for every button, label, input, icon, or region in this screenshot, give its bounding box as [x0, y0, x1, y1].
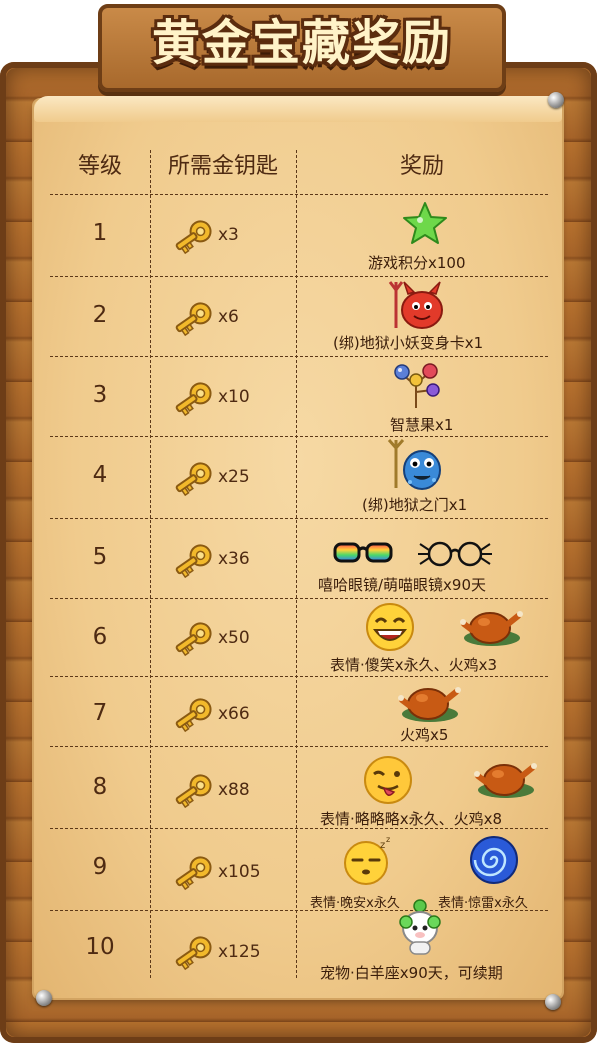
level-cell: 10 [85, 934, 115, 960]
reward-text: 智慧果x1 [390, 416, 454, 434]
golden-key-icon [172, 694, 216, 734]
golden-key-icon [172, 378, 216, 418]
sleepy-face-icon: zz [340, 835, 396, 890]
red-devil-icon [386, 278, 448, 336]
table-row: 4 x25 (绑)地狱之门x1 [50, 436, 548, 518]
roast-turkey-icon [460, 604, 524, 652]
key-count: x66 [218, 704, 250, 724]
reward-text: 火鸡x5 [400, 726, 449, 744]
table-row: 5 x36 嘻哈眼镜/萌喵眼镜x90天 [50, 518, 548, 598]
key-count: x125 [218, 942, 261, 962]
table-header: 等级 所需金钥匙 奖励 [50, 140, 548, 194]
level-cell: 2 [92, 302, 108, 328]
sheep-pet-icon [396, 898, 444, 960]
blue-vortex-icon [468, 834, 520, 890]
reward-text: 游戏积分x100 [368, 254, 466, 272]
reward-text: 宠物·白羊座x90天，可续期 [320, 964, 503, 982]
cat-glasses-icon [416, 538, 494, 572]
key-count: x105 [218, 862, 261, 882]
table-row: 9 x105 zz 表情·晚安x永久 表情·惊雷x永久 [50, 828, 548, 911]
level-cell: 8 [92, 774, 108, 800]
table-row: 2 x6 (绑)地狱小妖变身卡x1 [50, 276, 548, 356]
laughing-face-icon [362, 602, 418, 656]
level-cell: 6 [92, 624, 108, 650]
table-row: 1 x3 游戏积分x100 [50, 194, 548, 276]
table-row: 8 x88 表情·略略略x永久、火鸡x8 [50, 746, 548, 828]
key-count: x3 [218, 225, 239, 245]
header-keys: 所需金钥匙 [167, 154, 278, 179]
hiphop-glasses-icon [332, 540, 394, 570]
golden-key-icon [172, 618, 216, 658]
table-row: 6 x50 表情·傻笑x永久、火鸡x3 [50, 598, 548, 676]
parchment-curl [34, 96, 562, 122]
roast-turkey-icon [398, 680, 462, 728]
blue-monster-icon [384, 436, 446, 496]
golden-key-icon [172, 770, 216, 810]
header-reward: 奖励 [399, 154, 444, 179]
reward-text: 表情·略略略x永久、火鸡x8 [320, 810, 503, 828]
level-cell: 4 [92, 462, 108, 488]
page-title: 黄金宝藏奖励 [151, 15, 452, 71]
wisdom-fruit-icon [390, 362, 442, 414]
table-row: 3 x10 智慧果x1 [50, 356, 548, 436]
key-count: x88 [218, 780, 250, 800]
svg-text:z: z [380, 840, 385, 851]
level-cell: 3 [92, 382, 108, 408]
key-count: x25 [218, 467, 250, 487]
reward-text-left: 表情·晚安x永久 [310, 896, 400, 911]
golden-key-icon [172, 298, 216, 338]
header-level: 等级 [77, 154, 122, 179]
table-row: 7 x66 火鸡x5 [50, 676, 548, 746]
pin-icon [548, 92, 564, 108]
svg-text:z: z [386, 836, 390, 844]
reward-text: 嘻哈眼镜/萌喵眼镜x90天 [318, 576, 487, 594]
reward-text-right: 表情·惊雷x永久 [438, 896, 528, 911]
level-cell: 1 [92, 220, 108, 246]
golden-key-icon [172, 852, 216, 892]
roast-turkey-icon [474, 756, 538, 804]
key-count: x36 [218, 549, 250, 569]
golden-key-icon [172, 458, 216, 498]
key-count: x6 [218, 307, 239, 327]
tongue-face-icon [360, 754, 416, 810]
golden-key-icon [172, 932, 216, 972]
key-count: x10 [218, 387, 250, 407]
reward-text: 表情·傻笑x永久、火鸡x3 [330, 656, 498, 674]
star-icon [402, 200, 448, 250]
pin-icon [545, 994, 561, 1010]
pin-icon [36, 990, 52, 1006]
level-cell: 7 [92, 700, 108, 726]
reward-text: (绑)地狱小妖变身卡x1 [333, 334, 484, 352]
table-row: 10 x125 宠物·白羊座x90天，可续期 [50, 899, 548, 986]
reward-text: (绑)地狱之门x1 [362, 496, 468, 514]
level-cell: 5 [92, 544, 108, 570]
golden-key-icon [172, 216, 216, 256]
level-cell: 9 [92, 854, 108, 880]
golden-key-icon [172, 540, 216, 580]
key-count: x50 [218, 628, 250, 648]
